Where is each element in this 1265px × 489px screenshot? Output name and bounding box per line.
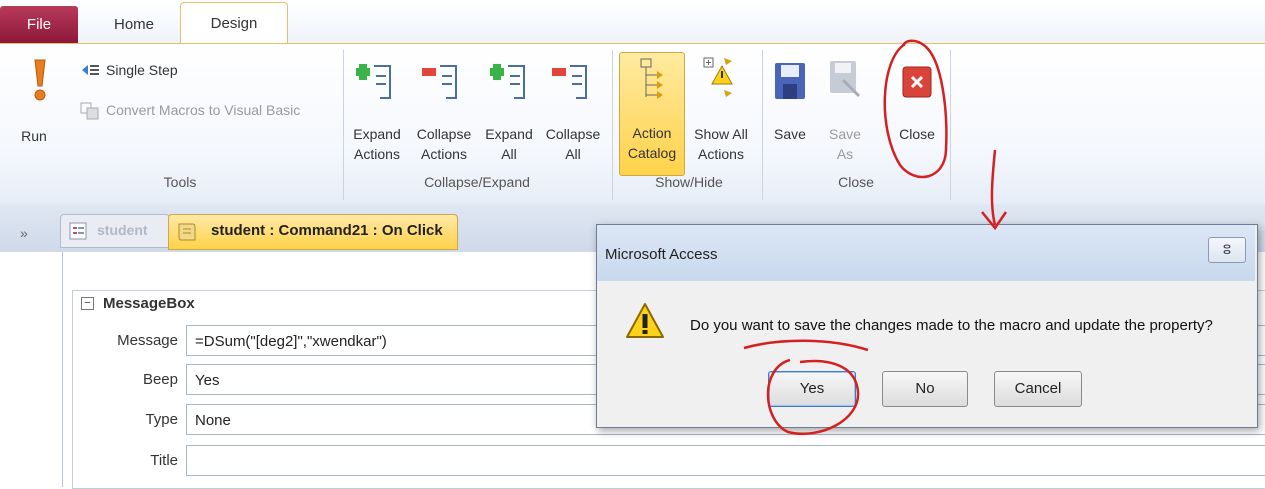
- type-arg-label: Type: [145, 411, 178, 428]
- expand-all-line1: Expand: [485, 126, 533, 142]
- warning-icon: [626, 303, 664, 338]
- collapse-actions-line1: Collapse: [416, 126, 472, 142]
- action-catalog-line2: Catalog: [627, 145, 677, 161]
- show-hide-group-label: Show/Hide: [655, 174, 723, 190]
- save-as-icon: [830, 61, 861, 98]
- nav-pane-toggle[interactable]: »: [20, 225, 28, 241]
- doc-tab-macro-label: student : Command21 : On Click: [211, 222, 443, 239]
- run-label: Run: [21, 128, 47, 144]
- action-catalog-button[interactable]: Action Catalog: [619, 52, 685, 176]
- doc-tab-student[interactable]: student: [60, 214, 170, 248]
- collapse-actions-icon: [422, 65, 457, 99]
- collapse-actions-line2: Actions: [421, 146, 467, 162]
- single-step-label: Single Step: [106, 62, 178, 78]
- expand-all-button[interactable]: Expand All: [478, 50, 540, 174]
- ribbon-separator: [762, 50, 763, 200]
- collapse-all-line2: All: [565, 146, 581, 162]
- doc-tab-student-label: student: [97, 222, 148, 238]
- close-icon: [902, 66, 932, 98]
- ribbon: Run Single Step Convert Macros to Visual…: [0, 43, 1265, 205]
- title-arg-label: Title: [150, 452, 178, 469]
- action-name[interactable]: MessageBox: [103, 295, 195, 312]
- dialog-close-button[interactable]: ⵓ: [1208, 237, 1246, 263]
- ribbon-tab-bar: File Home Design: [0, 0, 1265, 45]
- tab-home[interactable]: Home: [94, 6, 174, 44]
- ribbon-separator: [950, 50, 951, 200]
- convert-icon: [80, 102, 99, 120]
- convert-macros-button[interactable]: Convert Macros to Visual Basic: [80, 100, 340, 124]
- dialog-message: Do you want to save the changes made to …: [690, 317, 1213, 334]
- expand-all-line2: All: [501, 146, 517, 162]
- tools-group-label: Tools: [163, 174, 197, 190]
- collapse-all-line1: Collapse: [545, 126, 601, 142]
- show-all-actions-line2: Actions: [698, 146, 744, 162]
- collapse-all-icon: [552, 65, 587, 99]
- save-as-line2: As: [836, 146, 854, 162]
- form-icon: [69, 222, 87, 240]
- save-label: Save: [774, 126, 806, 142]
- close-group-label: Close: [838, 174, 874, 190]
- action-catalog-icon: [640, 58, 663, 99]
- collapse-expand-group-label: Collapse/Expand: [424, 174, 530, 190]
- save-icon: [775, 63, 805, 99]
- single-step-icon: [82, 65, 99, 75]
- action-catalog-line1: Action: [632, 125, 672, 141]
- expand-actions-button[interactable]: Expand Actions: [346, 50, 408, 174]
- macro-icon: [178, 223, 196, 241]
- expand-all-icon: [490, 64, 525, 99]
- dialog-close-icon: ⵓ: [1222, 242, 1232, 257]
- expand-actions-line2: Actions: [354, 146, 400, 162]
- close-button[interactable]: Close: [892, 50, 942, 174]
- show-all-actions-icon: [703, 57, 733, 97]
- collapse-actions-button[interactable]: Collapse Actions: [410, 50, 478, 174]
- tab-file[interactable]: File: [0, 6, 78, 44]
- single-step-button[interactable]: Single Step: [80, 60, 230, 84]
- expand-actions-line1: Expand: [353, 126, 401, 142]
- run-button[interactable]: Run: [14, 50, 66, 150]
- close-label: Close: [899, 126, 935, 142]
- convert-macros-label: Convert Macros to Visual Basic: [106, 102, 301, 118]
- no-button[interactable]: No: [882, 371, 968, 407]
- run-icon: [34, 59, 46, 101]
- ribbon-separator: [612, 50, 613, 200]
- collapse-all-button[interactable]: Collapse All: [538, 50, 608, 174]
- save-as-button[interactable]: Save As: [822, 50, 868, 174]
- doc-tab-macro[interactable]: student : Command21 : On Click: [168, 214, 458, 250]
- tab-design[interactable]: Design: [180, 2, 288, 45]
- yes-button[interactable]: Yes: [768, 371, 856, 407]
- show-all-actions-line1: Show All: [694, 126, 748, 142]
- save-button[interactable]: Save: [766, 50, 814, 174]
- expand-actions-icon: [356, 64, 391, 99]
- dialog-title: Microsoft Access: [605, 246, 718, 263]
- ribbon-separator: [343, 50, 344, 200]
- dialog-title-bar: Microsoft Access ⵓ: [597, 225, 1255, 281]
- save-as-line1: Save: [829, 126, 861, 142]
- title-arg-input[interactable]: [186, 445, 1265, 476]
- beep-arg-label: Beep: [142, 371, 178, 388]
- message-arg-label: Message: [117, 332, 178, 349]
- cancel-button[interactable]: Cancel: [994, 371, 1082, 407]
- show-all-actions-button[interactable]: Show All Actions: [686, 50, 756, 174]
- collapse-toggle[interactable]: −: [81, 297, 94, 310]
